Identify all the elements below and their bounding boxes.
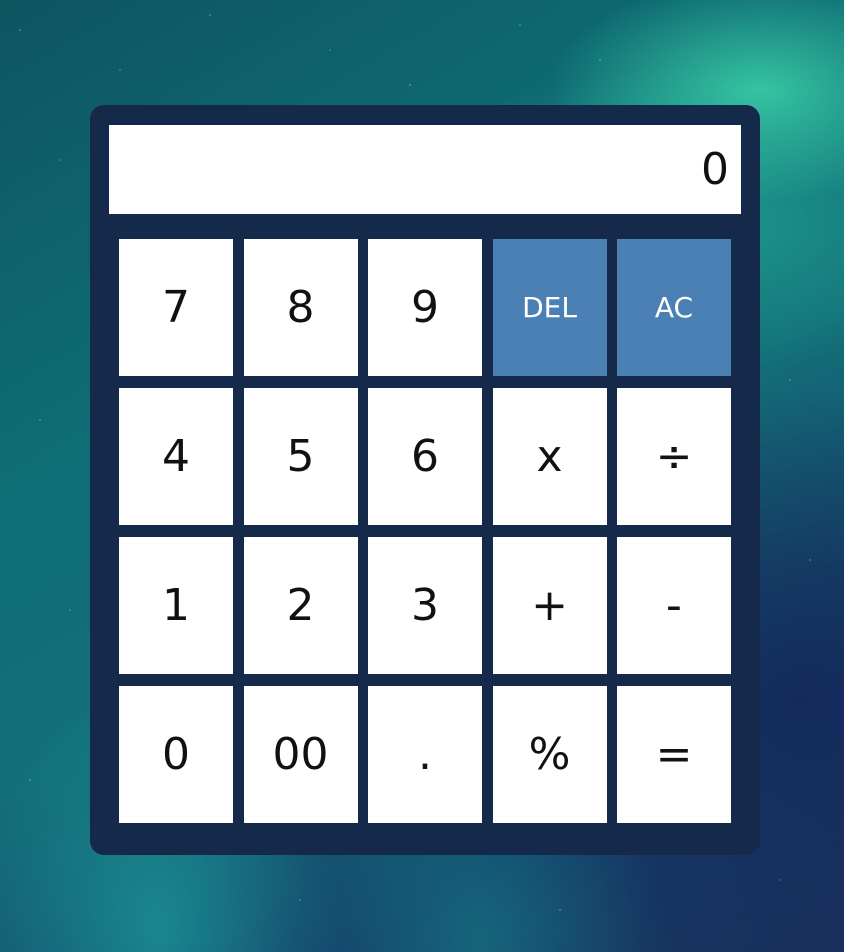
decimal-button[interactable]: . — [368, 686, 482, 823]
key-2[interactable]: 2 — [243, 537, 358, 674]
keypad: 7 8 9 DEL AC 4 5 6 x ÷ 1 2 3 + - 0 00 . … — [119, 239, 731, 823]
key-0[interactable]: 0 — [119, 686, 233, 823]
calculator: 0 7 8 9 DEL AC 4 5 6 x ÷ 1 2 3 + - 0 00 … — [90, 105, 760, 855]
equals-button[interactable]: = — [617, 686, 731, 823]
add-button[interactable]: + — [492, 537, 607, 674]
key-9[interactable]: 9 — [368, 239, 482, 376]
all-clear-button[interactable]: AC — [617, 239, 731, 376]
key-1[interactable]: 1 — [119, 537, 233, 674]
percent-button[interactable]: % — [492, 686, 607, 823]
key-8[interactable]: 8 — [243, 239, 358, 376]
key-00[interactable]: 00 — [243, 686, 358, 823]
multiply-button[interactable]: x — [492, 388, 607, 525]
divide-button[interactable]: ÷ — [617, 388, 731, 525]
key-4[interactable]: 4 — [119, 388, 233, 525]
key-7[interactable]: 7 — [119, 239, 233, 376]
calculator-display: 0 — [109, 125, 741, 214]
subtract-button[interactable]: - — [617, 537, 731, 674]
key-6[interactable]: 6 — [368, 388, 482, 525]
display-value: 0 — [701, 144, 729, 195]
delete-button[interactable]: DEL — [492, 239, 607, 376]
key-3[interactable]: 3 — [368, 537, 482, 674]
key-5[interactable]: 5 — [243, 388, 358, 525]
